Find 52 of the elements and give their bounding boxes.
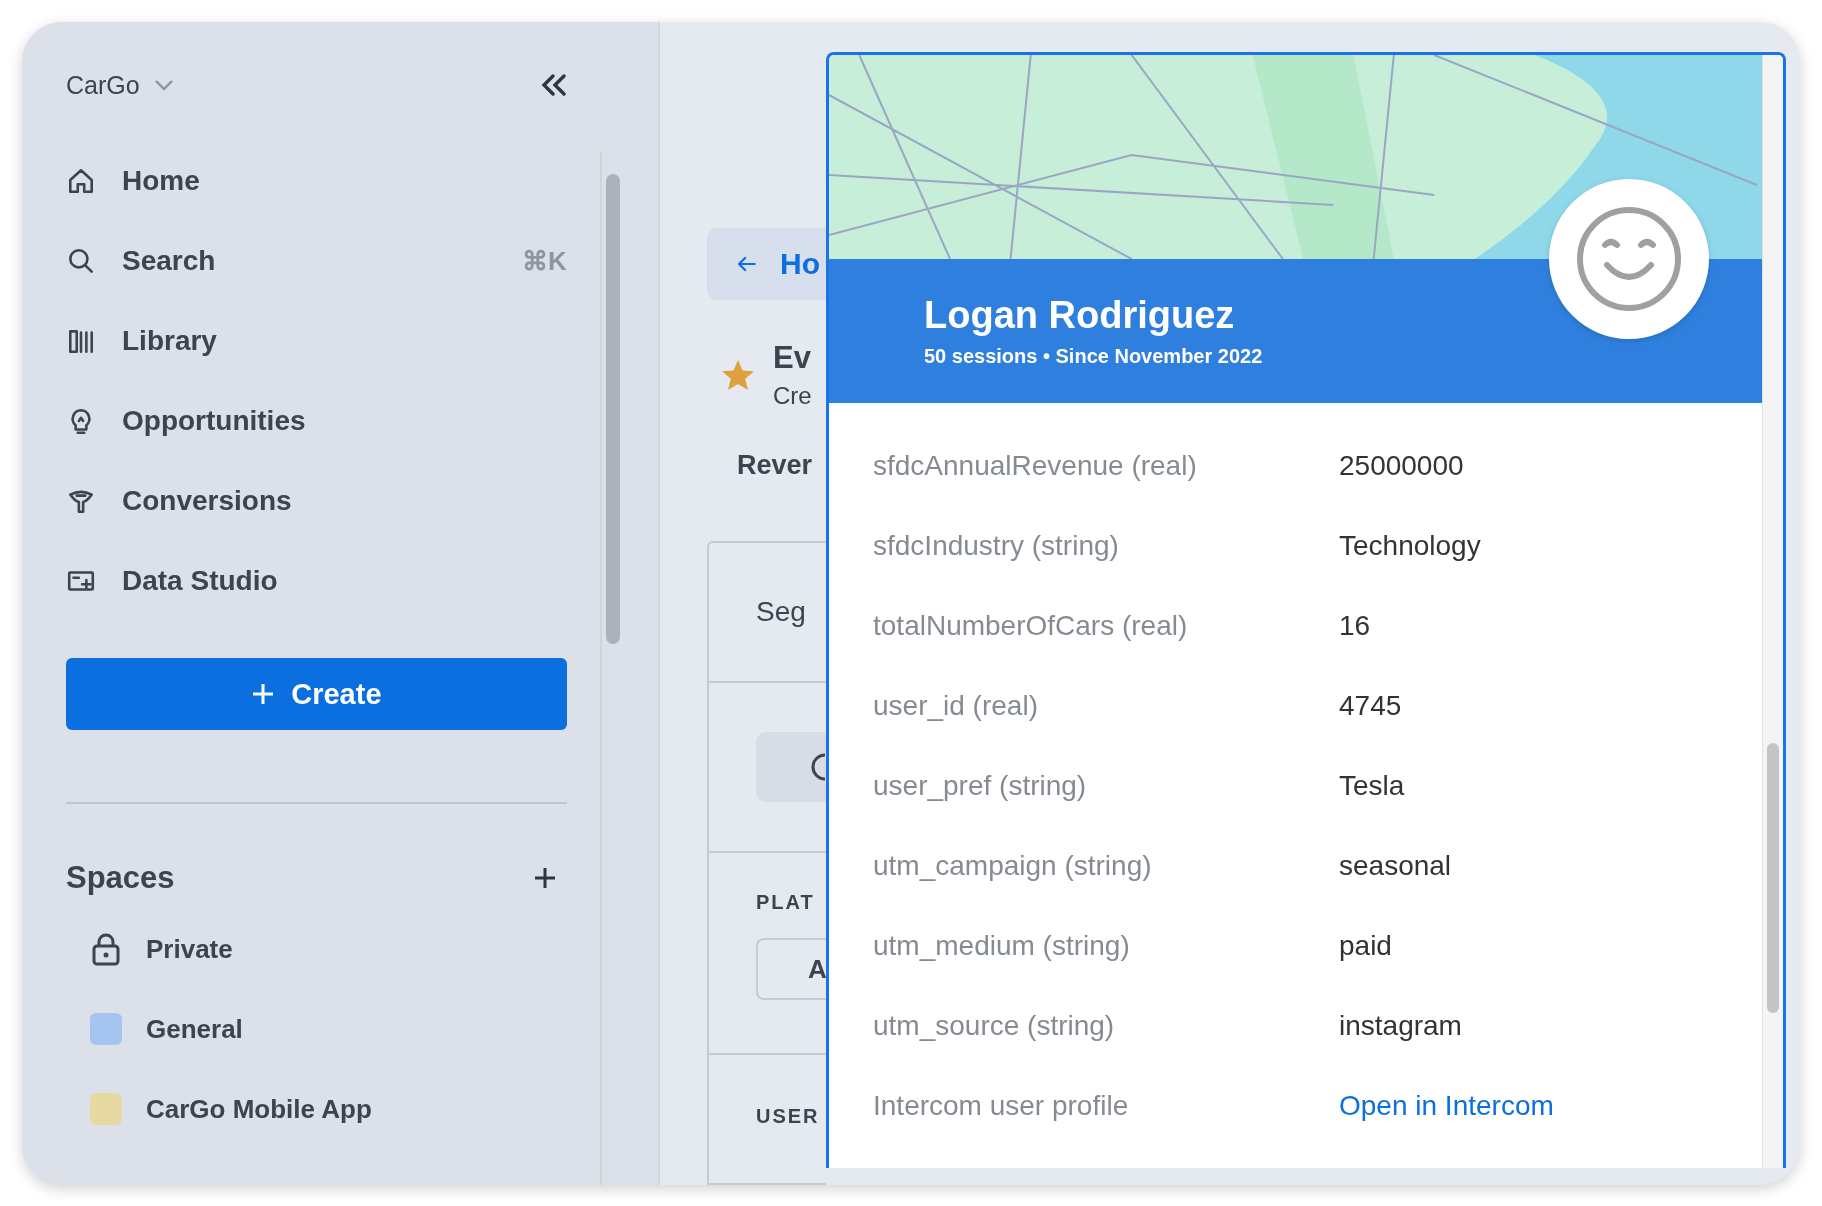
add-icon[interactable] — [532, 866, 557, 890]
scrollbar-thumb[interactable] — [1767, 743, 1779, 1013]
smiley-icon — [1575, 205, 1683, 313]
section-label: USER — [756, 1105, 820, 1127]
section-heading: Seg — [756, 596, 806, 628]
attribute-label: user_pref (string) — [873, 770, 1088, 802]
attribute-label: utm_medium (string) — [873, 930, 1131, 962]
tab[interactable]: Rever — [737, 450, 826, 481]
nav-item[interactable]: Search ⌘K — [66, 238, 567, 284]
attribute-label: Intercom user profile — [873, 1090, 1130, 1122]
user-name: Logan Rodriguez — [924, 294, 1236, 337]
nav-item[interactable]: Home — [66, 158, 567, 204]
plus-icon — [251, 682, 276, 706]
attribute-value: 25000000 — [1339, 450, 1464, 482]
chevron-down-icon[interactable] — [153, 79, 174, 91]
page-title: Ev — [773, 340, 812, 376]
attribute-label: sfdcAnnualRevenue (real) — [873, 450, 1198, 482]
search-icon — [66, 246, 96, 276]
space-item[interactable]: CarGo Mobile App — [90, 1090, 567, 1128]
attribute-value: instagram — [1339, 1010, 1462, 1042]
star-icon[interactable] — [721, 359, 755, 391]
attribute-value: paid — [1339, 930, 1392, 962]
home-icon — [66, 166, 96, 196]
workspace-name: CarGo — [66, 70, 140, 100]
attribute-value: seasonal — [1339, 850, 1452, 882]
scrollbar-thumb[interactable] — [606, 174, 621, 644]
nav-item[interactable]: Library — [66, 318, 567, 364]
create-button[interactable]: Create — [66, 658, 567, 730]
intercom-link[interactable]: Open in Intercom — [1339, 1090, 1554, 1122]
attribute-value: 16 — [1339, 610, 1371, 642]
space-item[interactable]: Private — [90, 930, 567, 968]
attribute-label: user_id (real) — [873, 690, 1039, 722]
nav-item[interactable]: Conversions — [66, 478, 567, 524]
attribute-label: totalNumberOfCars (real) — [873, 610, 1189, 642]
session-summary: 50 sessions • Since November 2022 — [924, 345, 1264, 368]
attribute-value: 4745 — [1339, 690, 1402, 722]
attribute-label: utm_source (string) — [873, 1010, 1116, 1042]
shortcut-hint: ⌘K — [522, 245, 567, 277]
nav-item[interactable]: Data Studio — [66, 558, 567, 604]
space-item[interactable]: General — [90, 1010, 567, 1048]
filter-button[interactable] — [756, 732, 826, 802]
back-button[interactable]: Ho — [707, 228, 826, 300]
spaces-heading: Spaces — [66, 860, 175, 896]
attribute-label: utm_campaign (string) — [873, 850, 1153, 882]
attribute-value: Tesla — [1339, 770, 1405, 802]
collapse-icon[interactable] — [540, 74, 567, 96]
lock-icon — [90, 932, 122, 966]
attribute-value: Technology — [1339, 530, 1481, 562]
attribute-label: sfdcIndustry (string) — [873, 530, 1120, 562]
nav-item[interactable]: Opportunities — [66, 398, 567, 444]
page-subtitle: Cre — [773, 382, 812, 410]
section-label: PLAT — [756, 891, 816, 914]
